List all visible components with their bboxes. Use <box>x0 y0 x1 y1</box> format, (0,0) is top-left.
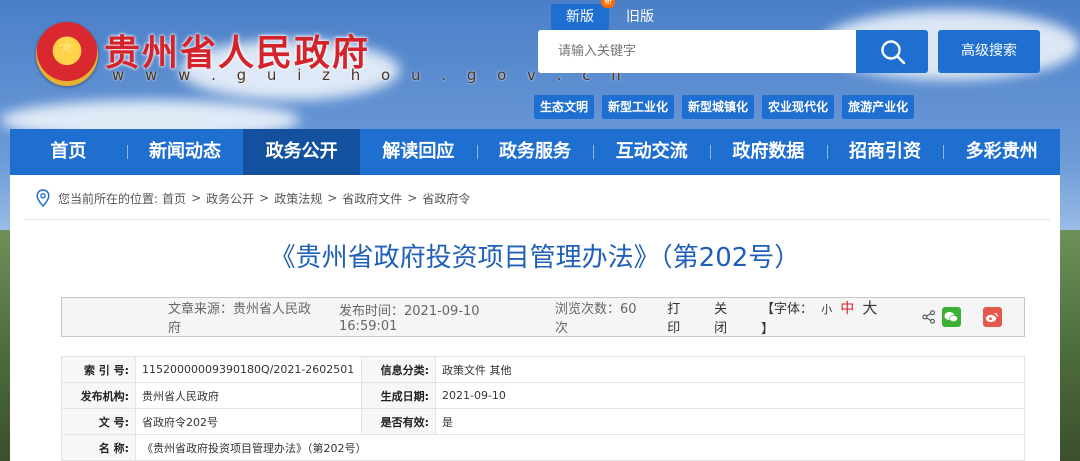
document-metadata-table: 索 引 号: 11520000009390180Q/2021-2602501 信… <box>61 356 1025 461</box>
meta-key: 发布机构: <box>61 382 136 409</box>
nav-item-interaction[interactable]: 互动交流 <box>593 129 710 175</box>
search-icon <box>881 40 906 65</box>
advanced-search-button[interactable]: 高级搜索 <box>938 30 1040 73</box>
tag-tourism-industrialization[interactable]: 旅游产业化 <box>842 95 915 119</box>
meta-value: 《贵州省政府投资项目管理办法》（第202号） <box>135 434 1025 461</box>
article-views: 浏览次数：60次 <box>554 302 637 336</box>
font-large-button[interactable]: 大 <box>862 299 877 317</box>
meta-value: 政策文件 其他 <box>435 356 1025 383</box>
breadcrumb-item-provincial-documents[interactable]: 省政府文件 <box>342 190 402 207</box>
nav-item-investment[interactable]: 招商引资 <box>826 129 944 175</box>
article-title: 《贵州省政府投资项目管理办法》（第202号） <box>269 243 801 273</box>
version-old-tab[interactable]: 旧版 <box>609 4 671 30</box>
meta-key: 信息分类: <box>361 356 436 383</box>
version-new-tab[interactable]: 新版 新 <box>551 0 615 30</box>
meta-value: 2021-09-10 <box>435 382 1025 409</box>
main-nav: 首页 新闻动态 政务公开 解读回应 政务服务 互动交流 政府数据 招商引资 多彩… <box>10 129 1060 175</box>
breadcrumb-item-policies[interactable]: 政策法规 <box>274 190 322 207</box>
meta-key: 名 称: <box>61 434 136 461</box>
content-panel: 您当前所在的位置: 首页 > 政务公开 > 政策法规 > 省政府文件 > 省政府… <box>10 175 1060 461</box>
breadcrumb-separator: > <box>259 191 270 205</box>
nav-item-data[interactable]: 政府数据 <box>710 129 827 175</box>
nav-item-colorful-guizhou[interactable]: 多彩贵州 <box>943 129 1060 175</box>
location-pin-icon <box>36 189 50 207</box>
article-info-bar: 文章来源：贵州省人民政府 发布时间：2021-09-10 16:59:01 浏览… <box>61 297 1025 337</box>
share-icon[interactable] <box>922 310 936 324</box>
meta-key: 索 引 号: <box>61 356 136 383</box>
breadcrumb-prefix: 您当前所在的位置: <box>58 191 159 206</box>
breadcrumb-separator: > <box>191 191 202 205</box>
breadcrumb-item-provincial-orders[interactable]: 省政府令 <box>422 190 470 207</box>
tag-ecological-civilization[interactable]: 生态文明 <box>534 95 595 119</box>
nav-item-services[interactable]: 政务服务 <box>476 129 594 175</box>
table-row: 名 称: 《贵州省政府投资项目管理办法》（第202号） <box>61 434 1025 461</box>
national-emblem-icon[interactable]: ★ <box>36 22 98 86</box>
search-input[interactable] <box>538 30 856 73</box>
nav-item-government-affairs[interactable]: 政务公开 <box>243 129 361 175</box>
nav-item-news[interactable]: 新闻动态 <box>126 129 244 175</box>
table-row: 发布机构: 贵州省人民政府 生成日期: 2021-09-10 <box>61 382 1025 409</box>
topic-tags: 生态文明 新型工业化 新型城镇化 农业现代化 旅游产业化 <box>534 95 915 119</box>
breadcrumb: 您当前所在的位置: 首页 > 政务公开 > 政策法规 > 省政府文件 > 省政府… <box>36 189 470 207</box>
font-size-control: 【字体： 小 中 大 】 <box>761 297 892 337</box>
font-medium-button[interactable]: 中 <box>840 301 854 317</box>
table-row: 文 号: 省政府令202号 是否有效: 是 <box>61 408 1025 435</box>
article-publish-time: 发布时间：2021-09-10 16:59:01 <box>339 304 480 334</box>
article-source: 文章来源：贵州省人民政府 <box>168 302 312 336</box>
weibo-share-icon[interactable] <box>982 307 1003 327</box>
tag-new-urbanization[interactable]: 新型城镇化 <box>682 95 755 119</box>
meta-value: 省政府令202号 <box>135 408 362 435</box>
font-label: 【字体： <box>760 302 813 317</box>
breadcrumb-separator: > <box>407 191 418 205</box>
version-tabs: 新版 新 旧版 <box>551 0 671 30</box>
close-link[interactable]: 关闭 <box>714 298 739 336</box>
tag-new-industrialization[interactable]: 新型工业化 <box>602 95 675 119</box>
font-small-button[interactable]: 小 <box>821 303 832 316</box>
breadcrumb-separator: > <box>327 191 338 205</box>
meta-key: 生成日期: <box>361 382 436 409</box>
search-button[interactable] <box>856 30 928 73</box>
nav-item-home[interactable]: 首页 <box>10 129 127 175</box>
print-link[interactable]: 打印 <box>667 298 692 336</box>
nav-item-interpretation[interactable]: 解读回应 <box>360 129 477 175</box>
meta-value: 11520000009390180Q/2021-2602501 <box>135 356 362 383</box>
wechat-share-icon[interactable] <box>941 307 961 327</box>
tag-agricultural-modernization[interactable]: 农业现代化 <box>762 95 835 119</box>
meta-value: 是 <box>435 408 1025 435</box>
breadcrumb-item-government-affairs[interactable]: 政务公开 <box>206 190 254 207</box>
font-end: 】 <box>760 322 774 337</box>
meta-key: 是否有效: <box>361 408 436 435</box>
breadcrumb-item-home[interactable]: 首页 <box>162 190 186 207</box>
version-new-label: 新版 <box>566 9 594 25</box>
meta-value: 贵州省人民政府 <box>135 382 362 409</box>
table-row: 索 引 号: 11520000009390180Q/2021-2602501 信… <box>61 356 1025 383</box>
meta-key: 文 号: <box>61 408 136 435</box>
divider <box>24 219 1050 220</box>
